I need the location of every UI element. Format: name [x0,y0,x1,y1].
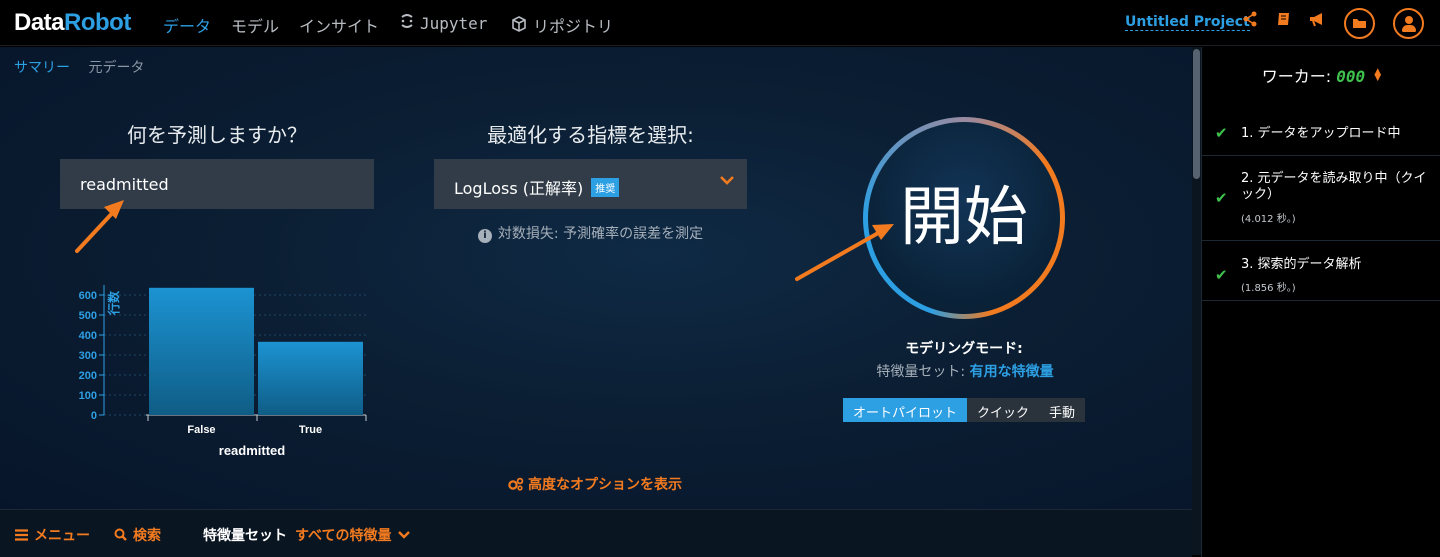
gears-icon [508,477,524,495]
subnav-raw-data[interactable]: 元データ [88,60,144,76]
modeling-mode-toggle: オートパイロット クイック 手動 [843,398,1086,422]
step-eda: ✔ 3. 探索的データ解析 (1.856 秒。) [1202,241,1440,301]
bottom-toolbar: メニュー 検索 特徴量セット すべての特徴量 [0,509,1192,557]
sub-navigation: サマリー 元データ [14,57,144,77]
step-title: 3. 探索的データ解析 [1241,257,1362,272]
step-upload: ✔ 1. データをアップロード中 [1202,109,1440,156]
step-title: 2. 元データを読み取り中（クイック） [1241,171,1427,202]
hamburger-icon [15,529,28,545]
nav-jupyter-label: Jupyter [420,14,488,33]
info-icon: i [477,229,492,243]
project-name-link[interactable]: Untitled Project [1125,14,1250,31]
target-question-title: 何を予測しますか？ [127,123,307,147]
step-title: 1. データをアップロード中 [1241,126,1401,141]
modeling-mode-label: モデリングモード: [905,341,1023,357]
scrollbar-thumb[interactable] [1193,49,1200,179]
chevron-down-icon [398,528,411,544]
cube-icon [511,16,527,36]
chart-y-tick-label: 200 [79,370,97,382]
step-duration: (4.012 秒。) [1241,214,1296,225]
jupyter-icon [400,13,414,33]
chart-x-tick-label: False [187,424,215,436]
feature-set-link[interactable]: 有用な特徴量 [970,364,1054,380]
target-input[interactable]: readmitted [60,159,374,209]
check-icon: ✔ [1215,124,1228,142]
recommended-badge: 推奨 [591,178,620,197]
chart-bar [258,341,363,415]
metric-select[interactable]: LogLoss (正解率) 推奨 [434,159,747,209]
chart-x-axis-label: readmitted [219,443,286,458]
chart-y-tick-label: 300 [79,350,97,362]
feature-set-selector-label: 特徴量セット [203,528,287,544]
megaphone-icon[interactable] [1306,11,1328,31]
search-button[interactable]: 検索 [114,525,161,545]
chevron-down-icon [719,169,735,193]
mode-quick[interactable]: クイック [967,398,1040,422]
nav-repository[interactable]: リポジトリ [511,13,613,37]
feature-set-selector-value: すべての特徴量 [295,528,392,544]
nav-data[interactable]: データ [163,13,211,37]
folder-icon[interactable] [1344,8,1375,39]
top-navigation-bar: DataRobot データ モデル インサイト Jupyter リポジトリ Un… [0,0,1440,46]
check-icon: ✔ [1215,189,1228,207]
share-icon[interactable] [1239,11,1261,31]
check-icon: ✔ [1215,266,1228,284]
chart-svg: 0 100 200 300 400 500 600 False True readmitted 行数 [79,285,367,458]
step-duration: (1.856 秒。) [1241,283,1296,294]
main-scrollbar[interactable] [1192,47,1201,555]
logo-text-robot: Robot [64,9,131,36]
worker-count-value: 000 [1336,67,1366,86]
subnav-summary[interactable]: サマリー [14,60,70,76]
nav-model[interactable]: モデル [231,13,279,37]
chart-x-tick-label: True [299,424,322,436]
logo-text-data: Data [14,9,65,36]
start-button[interactable]: 開始 [868,122,1060,314]
worker-stepper-icon[interactable]: ▲ ▼ [1374,68,1381,83]
advanced-options-label: 高度なオプションを表示 [528,477,682,493]
chart-y-tick-label: 500 [79,310,97,322]
datarobot-logo[interactable]: DataRobot [14,9,131,37]
advanced-options-link[interactable]: 高度なオプションを表示 [440,474,750,495]
book-icon[interactable] [1273,11,1295,31]
mode-autopilot[interactable]: オートパイロット [843,398,968,422]
nav-jupyter[interactable]: Jupyter [400,13,487,33]
metric-description-text: 対数損失: 予測確率の誤差を測定 [497,226,704,242]
main-content: サマリー 元データ 何を予測しますか？ readmitted 最適化する指標を選… [0,47,1192,509]
nav-insight[interactable]: インサイト [299,13,379,37]
metric-value: LogLoss (正解率) [454,179,584,198]
menu-button[interactable]: メニュー [15,525,90,545]
worker-panel: ワーカー: 000 ▲ ▼ ✔ 1. データをアップロード中 ✔ 2. 元データを… [1201,47,1440,557]
feature-set-selector[interactable]: すべての特徴量 [295,525,411,545]
start-button-ring: 開始 [863,117,1065,319]
feature-set-info: 特徴量セット: 有用な特徴量 [840,361,1090,381]
chart-y-tick-label: 0 [91,410,97,422]
chart-y-axis-label: 行数 [106,290,121,316]
metric-title: 最適化する指標を選択: [487,123,694,147]
nav-repository-label: リポジトリ [533,17,614,36]
search-label: 検索 [133,528,161,544]
chart-y-tick-label: 100 [79,390,97,402]
avatar-body [1402,25,1416,32]
chart-y-tick-label: 400 [79,330,97,342]
feature-set-label: 特徴量セット: [876,364,966,380]
target-distribution-chart: 0 100 200 300 400 500 600 False True readmitted 行数 [66,237,376,467]
chart-bar [149,287,254,415]
chart-y-tick-label: 600 [79,290,97,302]
metric-description: i 対数損失: 予測確率の誤差を測定 [434,223,747,243]
search-icon [114,528,127,545]
avatar-head [1405,16,1413,24]
step-read-raw-data: ✔ 2. 元データを読み取り中（クイック） (4.012 秒。) [1202,156,1440,241]
user-avatar-icon[interactable] [1393,8,1424,39]
menu-label: メニュー [34,528,90,544]
mode-manual[interactable]: 手動 [1039,398,1086,422]
worker-label: ワーカー: [1261,67,1332,86]
worker-count: ワーカー: 000 ▲ ▼ [1202,63,1440,87]
